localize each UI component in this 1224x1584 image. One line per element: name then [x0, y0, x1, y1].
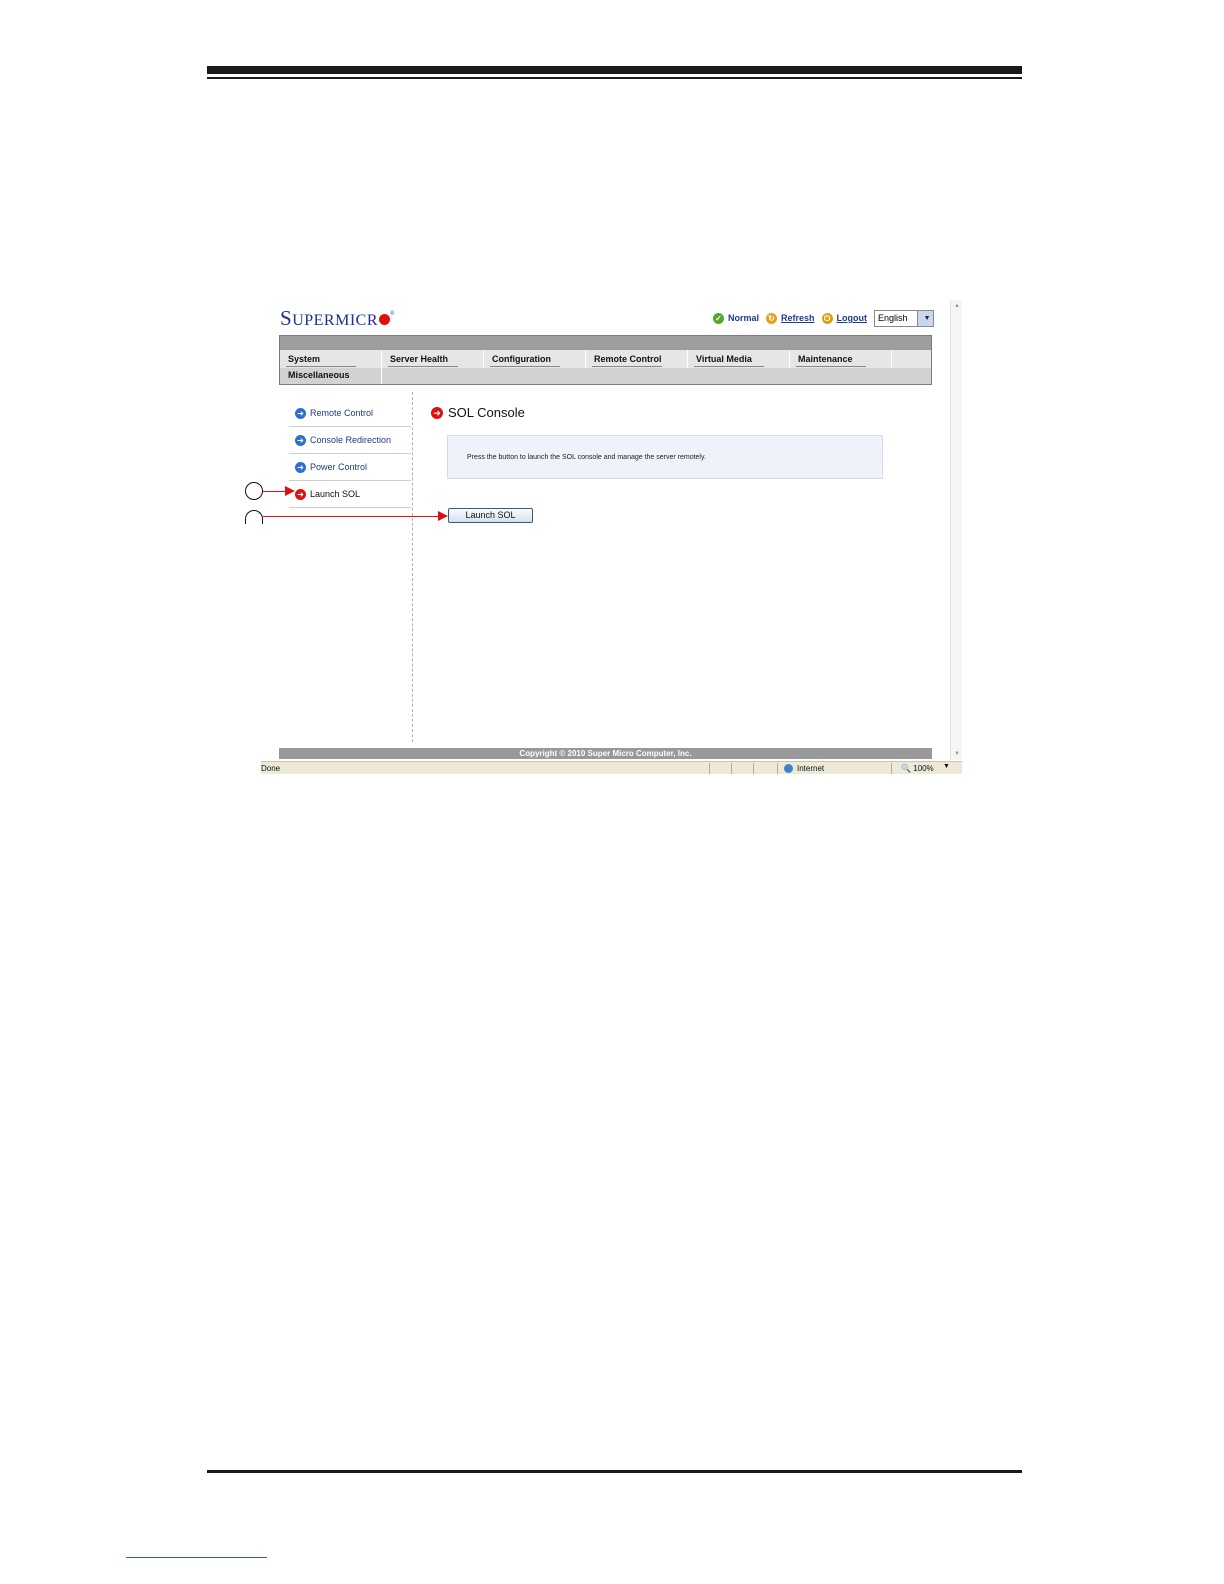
status-divider: [753, 763, 754, 774]
footer-link-underline: [126, 1557, 267, 1558]
check-icon: ✓: [713, 312, 724, 324]
callout-circle-1: [245, 482, 263, 500]
status-divider: [731, 763, 732, 774]
copyright-footer: Copyright © 2010 Super Micro Computer, I…: [279, 748, 932, 759]
logo-initial: S: [280, 306, 293, 330]
status-normal: ✓ Normal: [713, 312, 760, 324]
language-value: English: [878, 313, 908, 323]
zoom-value: 100%: [913, 764, 934, 773]
chevron-down-icon[interactable]: ▼: [917, 310, 934, 326]
tab-virtual-media[interactable]: Virtual Media: [688, 350, 790, 368]
tab-remote-control[interactable]: Remote Control: [586, 350, 688, 368]
scroll-down-icon[interactable]: ▼: [953, 751, 961, 757]
arrow-right-icon: ➜: [295, 461, 306, 473]
header-rule-thin: [207, 77, 1022, 79]
header-rule-thick: [207, 66, 1022, 74]
sidebar-item-label: Launch SOL: [310, 489, 361, 499]
callout-arrowhead-2: [438, 511, 448, 521]
sidebar-item-label: Console Redirection: [310, 435, 392, 445]
zoom-dropdown-icon[interactable]: ▼: [943, 763, 950, 770]
ipmi-screenshot: SUPERMICR ® ✓ Normal ↻ Refresh ⏻ Logout E…: [261, 300, 962, 774]
footer-rule: [207, 1470, 1022, 1473]
tab-system[interactable]: System: [280, 350, 382, 368]
zoom-level[interactable]: 🔍 100%: [901, 764, 934, 773]
status-zone-label: Internet: [797, 764, 825, 773]
launch-sol-button[interactable]: Launch SOL: [448, 508, 533, 523]
sidebar-item-label: Power Control: [310, 462, 368, 472]
refresh-link[interactable]: ↻ Refresh: [766, 312, 815, 324]
arrow-right-icon: ➜: [295, 407, 306, 419]
menu-row-primary: System Server Health Configuration Remot…: [280, 350, 931, 368]
status-label: Normal: [728, 313, 760, 323]
logout-link[interactable]: ⏻ Logout: [821, 312, 868, 324]
status-divider: [891, 763, 892, 774]
top-toolbar: ✓ Normal ↻ Refresh ⏻ Logout English ▼: [713, 309, 935, 327]
sidebar-divider: [412, 392, 413, 742]
status-done: Done: [261, 764, 281, 773]
main-menu: System Server Health Configuration Remot…: [279, 335, 932, 385]
sidebar-item-remote-control[interactable]: ➜ Remote Control: [289, 400, 411, 427]
logo-registered: ®: [389, 311, 396, 317]
tab-server-health[interactable]: Server Health: [382, 350, 484, 368]
arrow-right-icon: ➜: [431, 406, 443, 419]
tab-miscellaneous[interactable]: Miscellaneous: [280, 368, 382, 384]
callout-line-2: [263, 516, 440, 517]
sidebar-item-console-redirection[interactable]: ➜ Console Redirection: [289, 427, 411, 454]
arrow-right-icon: ➜: [295, 434, 306, 446]
browser-status-bar: Done Internet 🔍 100% ▼: [261, 761, 962, 774]
scroll-up-icon[interactable]: ▲: [953, 303, 961, 309]
tab-configuration[interactable]: Configuration: [484, 350, 586, 368]
status-divider: [709, 763, 710, 774]
language-select[interactable]: English ▼: [874, 309, 935, 327]
sidebar: ➜ Remote Control ➜ Console Redirection ➜…: [289, 400, 411, 508]
refresh-label[interactable]: Refresh: [781, 313, 815, 323]
info-box: Press the button to launch the SOL conso…: [447, 435, 883, 479]
page-title-text: SOL Console: [448, 405, 525, 420]
sidebar-item-label: Remote Control: [310, 408, 374, 418]
logout-label[interactable]: Logout: [837, 313, 868, 323]
status-zone: Internet: [784, 764, 824, 773]
status-divider: [777, 763, 778, 774]
callout-line-1: [263, 491, 287, 492]
vertical-scrollbar[interactable]: ▲ ▼: [950, 300, 962, 760]
supermicro-logo: SUPERMICR ®: [280, 306, 395, 331]
sidebar-item-launch-sol[interactable]: ➜ Launch SOL: [289, 481, 411, 508]
sidebar-item-power-control[interactable]: ➜ Power Control: [289, 454, 411, 481]
callout-arrowhead-1: [285, 486, 295, 496]
logo-text: UPERMICR: [292, 312, 378, 329]
tab-maintenance[interactable]: Maintenance: [790, 350, 892, 368]
arrow-right-icon: ➜: [295, 488, 306, 500]
callout-circle-2: [245, 510, 263, 524]
refresh-icon: ↻: [766, 312, 778, 324]
page-title: ➜ SOL Console: [431, 405, 525, 420]
menu-row-secondary: Miscellaneous: [280, 368, 931, 384]
logo-dot-icon: [378, 314, 390, 325]
logout-icon: ⏻: [821, 312, 833, 324]
globe-icon: [784, 764, 793, 773]
